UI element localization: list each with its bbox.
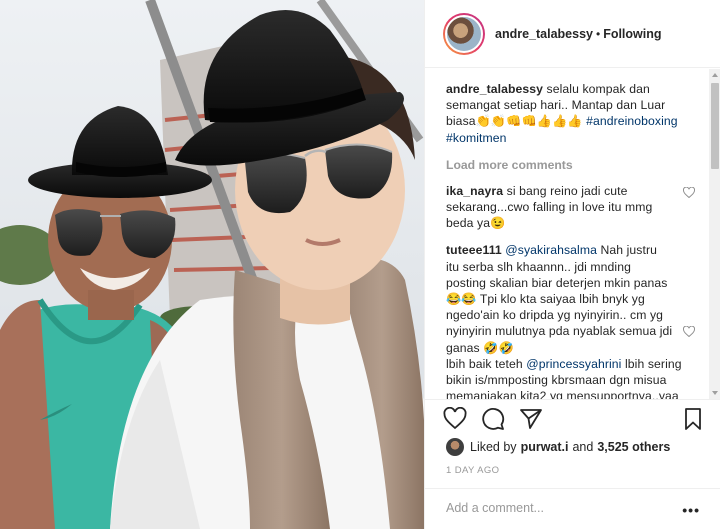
- bookmark-icon[interactable]: [681, 407, 705, 431]
- author-username[interactable]: andre_talabessy: [495, 27, 593, 41]
- photo-illustration: [0, 0, 424, 529]
- header-separator: •: [595, 26, 601, 41]
- scroll-up-arrow-icon[interactable]: [712, 73, 718, 77]
- liker-avatar[interactable]: [446, 438, 464, 456]
- post-photo[interactable]: [0, 0, 424, 529]
- share-icon[interactable]: [519, 407, 543, 431]
- more-options-icon[interactable]: •••: [682, 502, 700, 518]
- caption: andre_talabessy selalu kompak dan semang…: [446, 81, 695, 146]
- author-avatar[interactable]: [443, 12, 485, 55]
- add-comment-bar: •••: [425, 488, 720, 529]
- author-avatar-image: [445, 14, 483, 53]
- comment-text: Nah justru itu serba slh khaannn.. jdi m…: [446, 243, 673, 355]
- likes-summary: Liked by purwat.i and 3,525 others: [446, 438, 670, 456]
- scrollbar-thumb[interactable]: [711, 83, 719, 169]
- comment-text-before: lbih baik teteh: [446, 356, 523, 371]
- scroll-down-arrow-icon[interactable]: [712, 391, 718, 395]
- add-comment-input[interactable]: [446, 501, 666, 515]
- instagram-post: andre_talabessy • Following andre_talabe…: [0, 0, 720, 529]
- likes-count[interactable]: 3,525 others: [597, 440, 670, 454]
- comment-item: lbih baik teteh @princessyahrini lbih se…: [446, 356, 695, 399]
- likes-joiner: and: [572, 440, 594, 454]
- comment-item: ika_nayra si bang reino jadi cute sekara…: [446, 183, 695, 232]
- comment-mention[interactable]: @syakirahsalma: [505, 243, 597, 257]
- comment-icon[interactable]: [481, 407, 505, 431]
- post-header: andre_talabessy • Following: [425, 0, 720, 68]
- liker-username[interactable]: purwat.i: [521, 440, 569, 454]
- comment-item: tuteee111 @syakirahsalma Nah justru itu …: [446, 242, 695, 355]
- following-button[interactable]: Following: [603, 27, 661, 41]
- post-sidebar: andre_talabessy • Following andre_talabe…: [424, 0, 720, 529]
- load-more-comments-button[interactable]: Load more comments: [446, 158, 695, 172]
- comment-like-heart-icon[interactable]: [683, 326, 695, 338]
- comment-like-heart-icon[interactable]: [683, 186, 695, 198]
- comment-username[interactable]: tuteee111: [446, 243, 502, 257]
- comment-username[interactable]: ika_nayra: [446, 184, 503, 198]
- comment-mention[interactable]: @princessyahrini: [526, 357, 621, 371]
- likes-prefix: Liked by: [470, 440, 517, 454]
- caption-username[interactable]: andre_talabessy: [446, 82, 543, 96]
- comments-scrollbar[interactable]: [709, 69, 720, 399]
- post-actions: Liked by purwat.i and 3,525 others 1 DAY…: [425, 399, 720, 529]
- comments-list: andre_talabessy selalu kompak dan semang…: [425, 69, 709, 399]
- heart-icon[interactable]: [443, 407, 467, 431]
- post-timestamp[interactable]: 1 DAY AGO: [446, 465, 499, 476]
